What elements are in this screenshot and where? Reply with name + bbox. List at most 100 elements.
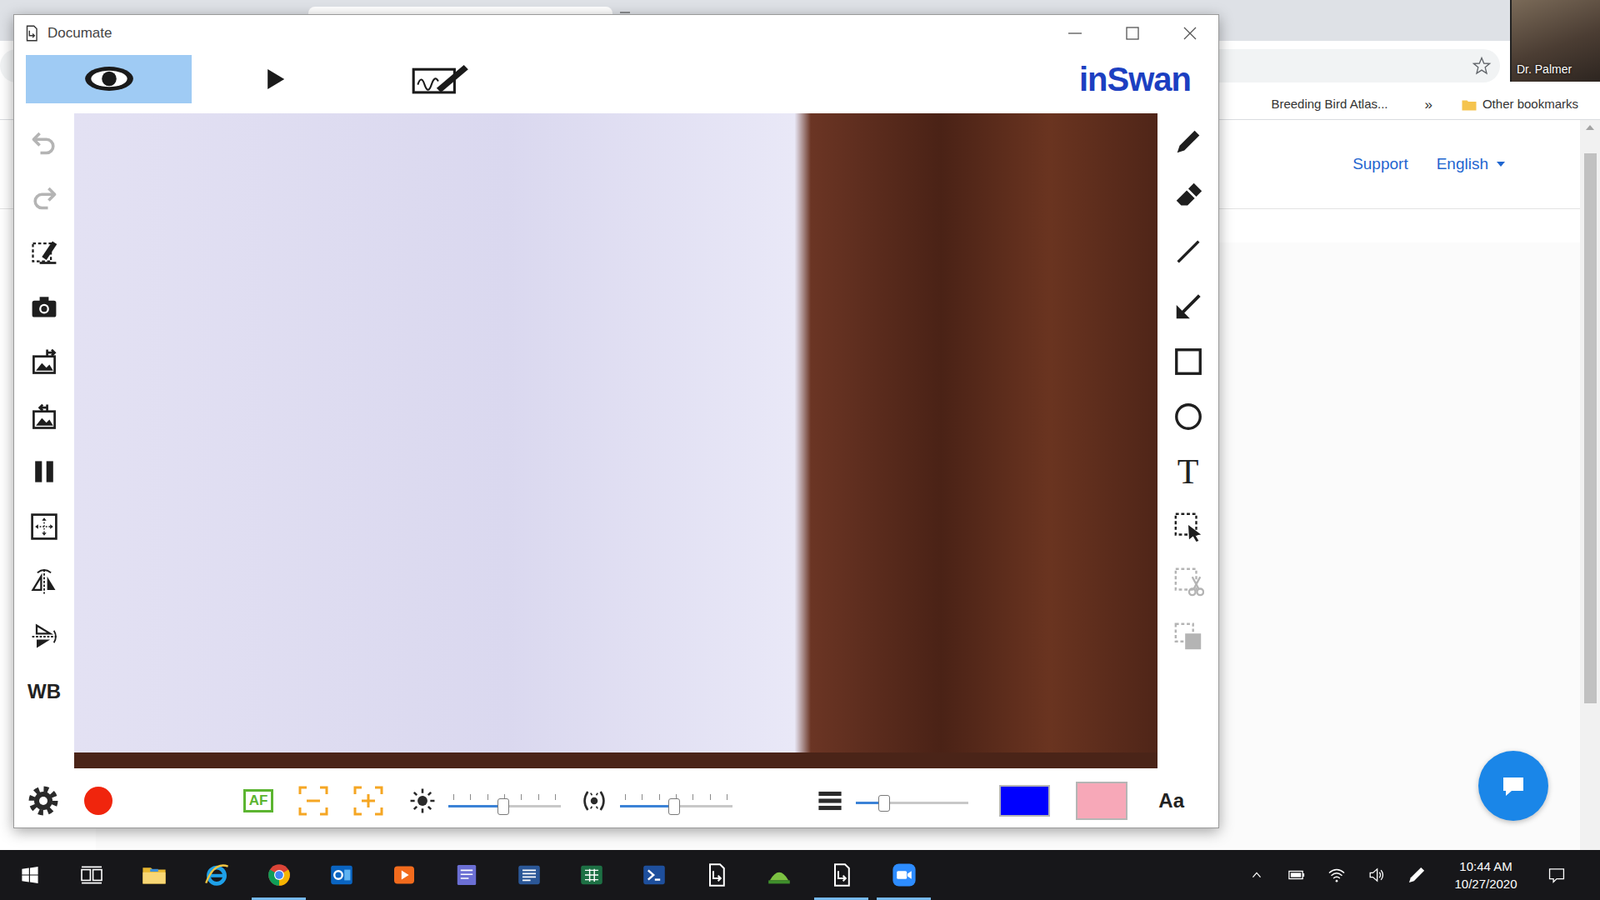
bookmark-item[interactable]: Other bookmarks [1457, 93, 1582, 116]
taskbar-app[interactable] [372, 850, 435, 900]
taskbar-app[interactable] [247, 850, 310, 900]
tool-button[interactable] [18, 444, 70, 500]
header-link[interactable]: Support [1352, 152, 1409, 177]
tray-item[interactable] [1276, 850, 1317, 900]
excel-icon [578, 861, 605, 889]
tool-button[interactable] [18, 554, 70, 610]
slider-track[interactable] [448, 805, 561, 808]
import-icon [29, 346, 60, 377]
annotate-icon [410, 61, 471, 96]
taskbar-app[interactable] [685, 850, 748, 900]
slider-thumb[interactable] [878, 795, 890, 812]
export-icon [29, 401, 60, 432]
tool-button[interactable] [1162, 334, 1215, 390]
taskbar-app[interactable] [497, 850, 560, 900]
taskbar-app[interactable] [60, 850, 123, 900]
taskbar-app[interactable] [435, 850, 498, 900]
tray-item[interactable] [1316, 850, 1357, 900]
tool-button[interactable] [1162, 279, 1215, 335]
zoom-in-icon [351, 784, 385, 818]
tray-item[interactable] [1396, 850, 1437, 900]
tool-glyph [1172, 400, 1205, 433]
bookmark-label: Breeding Bird Atlas... [1270, 95, 1388, 115]
view-icon [83, 65, 135, 93]
redo-icon [29, 181, 60, 212]
tool-button[interactable] [18, 279, 70, 335]
color-swatch[interactable] [999, 785, 1050, 817]
tool-column: T [1157, 113, 1219, 769]
slider-thumb[interactable] [497, 798, 510, 815]
tray-item[interactable] [1236, 850, 1277, 900]
taskbar-app[interactable] [310, 850, 373, 900]
taskbar-app[interactable] [185, 850, 248, 900]
zoom-video-thumbnail[interactable]: Dr. Palmer [1510, 0, 1600, 82]
tool-button[interactable] [1162, 609, 1215, 665]
tool-button[interactable] [18, 114, 70, 170]
bookmark-star-button[interactable] [1471, 55, 1492, 76]
tool-button[interactable] [1162, 224, 1215, 280]
record-button[interactable] [70, 779, 126, 823]
mode-button[interactable] [357, 55, 524, 104]
tool-button[interactable] [18, 224, 70, 280]
page-scrollbar[interactable] [1580, 120, 1600, 850]
close-button[interactable] [1160, 15, 1219, 52]
mode-button[interactable] [25, 55, 192, 104]
tool-button[interactable] [18, 169, 70, 225]
zoom-out-button[interactable] [285, 779, 341, 823]
taskbar-app[interactable] [560, 850, 623, 900]
slider-track[interactable] [855, 801, 969, 805]
tool-button[interactable] [18, 609, 70, 665]
tool-glyph [29, 621, 60, 652]
slider-thumb[interactable] [668, 798, 680, 815]
tool-button[interactable] [18, 389, 70, 445]
header-link-label: Support [1352, 152, 1409, 177]
color-swatch[interactable] [1075, 781, 1128, 820]
tool-button[interactable]: T [1162, 444, 1215, 500]
media-icon [390, 861, 418, 889]
minimize-button[interactable] [1045, 15, 1104, 52]
font-button[interactable]: Aa [1153, 785, 1190, 817]
tray-item[interactable] [1356, 850, 1397, 900]
tool-glyph [29, 456, 60, 487]
taskbar-app[interactable] [0, 850, 60, 900]
bookmark-item[interactable]: Breeding Bird Atlas... [1267, 93, 1391, 116]
flip-icon [29, 621, 60, 652]
header-link[interactable]: English [1436, 152, 1505, 177]
taskbar-app[interactable] [747, 850, 810, 900]
clear-icon [29, 236, 60, 267]
slider-track[interactable] [620, 805, 733, 808]
tool-label: T [1177, 454, 1200, 490]
tool-glyph [1172, 345, 1205, 378]
settings-button[interactable] [15, 779, 71, 823]
tool-button[interactable] [1162, 169, 1215, 225]
scroll-thumb[interactable] [1584, 153, 1597, 704]
slider[interactable] [855, 784, 969, 818]
bookmark-item[interactable]: » [1420, 92, 1435, 118]
notifications-button[interactable] [1535, 850, 1579, 900]
zoom-in-button[interactable] [340, 779, 396, 823]
tool-button[interactable] [1162, 554, 1215, 610]
slider[interactable] [620, 784, 733, 818]
scroll-up-icon[interactable] [1585, 125, 1595, 130]
tool-button[interactable] [1162, 499, 1215, 555]
brand-logo: inSwan [1079, 60, 1191, 98]
tool-button[interactable] [1162, 389, 1215, 445]
chat-button[interactable] [1478, 750, 1549, 821]
taskbar-app[interactable] [810, 850, 873, 900]
taskbar-app[interactable] [122, 850, 185, 900]
tool-button[interactable] [18, 499, 70, 555]
tool-button[interactable] [18, 334, 70, 390]
taskbar-app[interactable] [872, 850, 935, 900]
mode-button[interactable] [191, 55, 358, 104]
slider[interactable] [448, 784, 561, 818]
maximize-button[interactable] [1103, 15, 1161, 52]
arrow-icon [1172, 290, 1205, 323]
autofocus-button[interactable]: AF [230, 779, 286, 823]
tool-glyph [29, 511, 60, 542]
tool-button[interactable] [1162, 114, 1215, 170]
chrome-icon [265, 861, 293, 889]
clock[interactable]: 10:44 AM10/27/2020 [1436, 857, 1535, 893]
taskbar-app[interactable] [622, 850, 685, 900]
tool-glyph: T [1177, 454, 1200, 490]
tool-button[interactable]: WB [18, 664, 70, 720]
